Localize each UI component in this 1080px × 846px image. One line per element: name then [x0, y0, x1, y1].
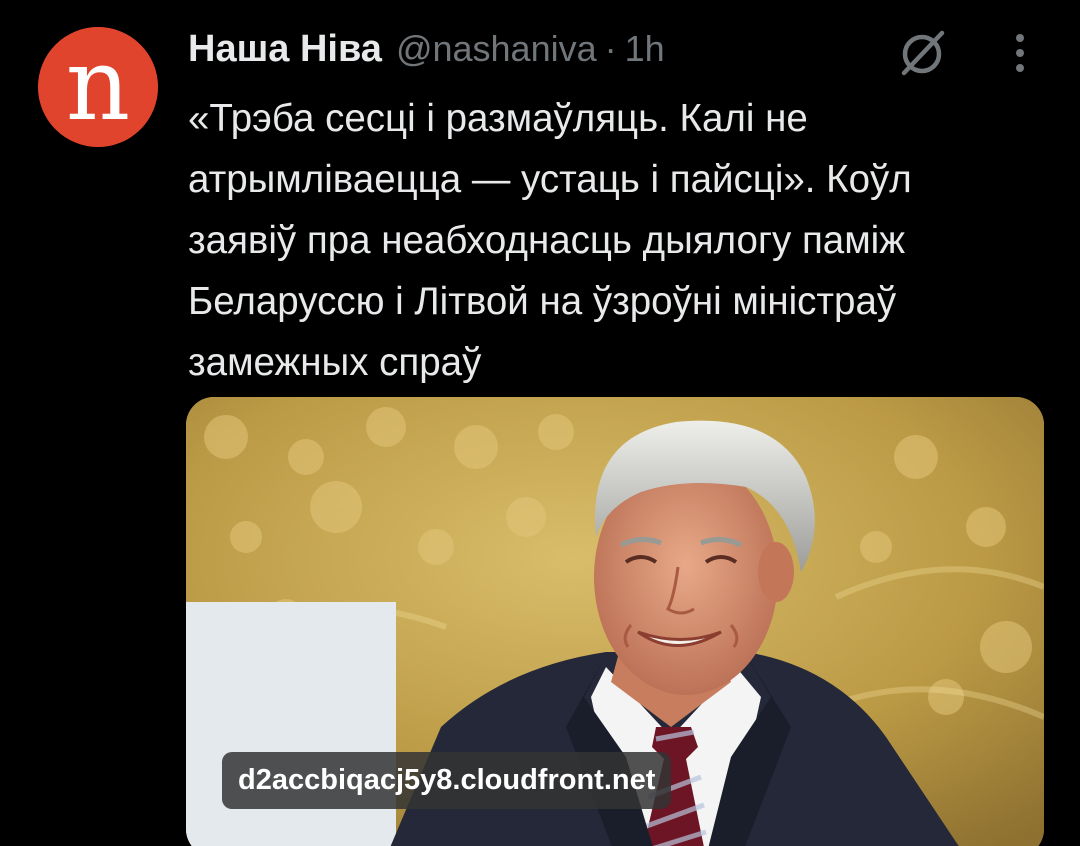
- author-avatar[interactable]: n: [38, 27, 158, 147]
- tweet-timestamp[interactable]: 1h: [625, 28, 665, 70]
- vertical-dots-icon: [1016, 34, 1024, 72]
- grok-button[interactable]: [893, 24, 951, 82]
- tweet-header: Наша Ніва @nashaniva · 1h: [188, 22, 665, 76]
- media-link-label[interactable]: d2accbiqacj5y8.cloudfront.net: [222, 752, 672, 809]
- tweet[interactable]: n Наша Ніва @nashaniva · 1h «Трэба сесці…: [0, 0, 1080, 846]
- tweet-text: «Трэба сесці і размаўляць. Калі не атрым…: [188, 97, 912, 384]
- author-handle[interactable]: @nashaniva: [396, 28, 597, 70]
- slashed-circle-icon: [901, 30, 945, 76]
- svg-text:n: n: [66, 27, 130, 143]
- header-separator: ·: [604, 28, 617, 69]
- nasha-niva-logo-icon: n: [38, 27, 158, 147]
- author-display-name[interactable]: Наша Ніва: [188, 28, 382, 71]
- more-options-button[interactable]: [1000, 28, 1040, 78]
